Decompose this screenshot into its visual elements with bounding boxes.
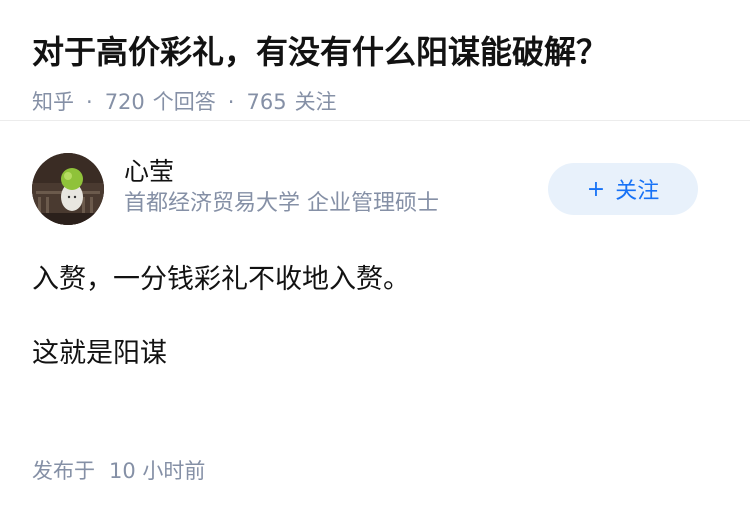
answer-time: 发布于 10 小时前	[32, 457, 205, 485]
source-label: 知乎	[32, 90, 74, 114]
follow-label: 关注	[615, 179, 660, 204]
answer-paragraph: 这就是阳谋	[32, 338, 167, 369]
meta-separator: ·	[86, 90, 93, 114]
question-header: 对于高价彩礼，有没有什么阳谋能破解？ 知乎 · 720 个回答 · 765 关注	[0, 0, 750, 121]
author-row: 心莹 首都经济贸易大学 企业管理硕士 + 关注	[0, 121, 750, 231]
question-title[interactable]: 对于高价彩礼，有没有什么阳谋能破解？	[32, 30, 718, 74]
follower-count-label: 关注	[294, 90, 337, 114]
avatar-photo-icon	[32, 153, 104, 225]
answer-paragraph: 入赘，一分钱彩礼不收地入赘。	[32, 264, 410, 295]
question-meta: 知乎 · 720 个回答 · 765 关注	[32, 88, 718, 116]
answer-content: 入赘，一分钱彩礼不收地入赘。 这就是阳谋	[0, 261, 750, 373]
answer-time-value: 10 小时前	[109, 459, 206, 483]
author-name[interactable]: 心莹	[124, 155, 439, 189]
answer-time-label: 发布于	[32, 459, 95, 483]
plus-icon: +	[586, 176, 606, 202]
meta-separator: ·	[227, 90, 235, 114]
answer-count: 720	[104, 90, 145, 114]
follow-button[interactable]: + 关注	[548, 163, 698, 215]
author-info: 心莹 首都经济贸易大学 企业管理硕士	[124, 155, 439, 219]
author-headline: 首都经济贸易大学 企业管理硕士	[124, 191, 439, 216]
follower-count: 765	[246, 90, 287, 114]
answer-count-label: 个回答	[152, 90, 216, 114]
avatar[interactable]	[32, 153, 104, 225]
